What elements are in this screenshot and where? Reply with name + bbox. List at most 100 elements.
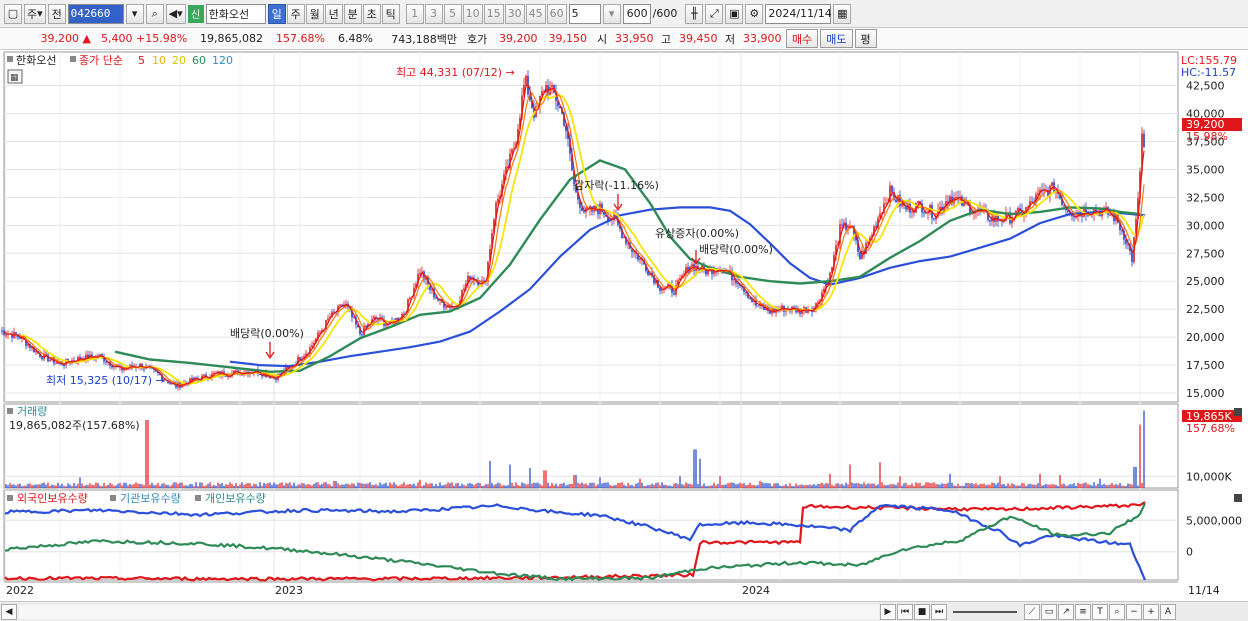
number-button-30[interactable]: 30 (504, 3, 525, 24)
search-icon[interactable]: ⌕ (145, 3, 164, 24)
interval-tab-5[interactable]: 초 (362, 3, 381, 24)
count-dropdown-icon[interactable]: ▾ (602, 3, 621, 24)
zoom-icon[interactable]: ⌕ (1109, 603, 1125, 620)
drawing-tool-icon[interactable]: ⤢ (705, 3, 724, 24)
quote-bar: 39,200 ▲ 5,400 +15.98% 19,865,082 157.68… (0, 28, 1248, 50)
plus-icon[interactable]: + (1143, 603, 1159, 620)
number-button-45[interactable]: 45 (525, 3, 546, 24)
candle-body (143, 368, 145, 370)
fast-forward-icon[interactable]: ⏭ (931, 603, 947, 620)
fib-tool-icon[interactable]: ≡ (1075, 603, 1091, 620)
volume-bar (1031, 484, 1033, 488)
volume-bar (93, 484, 95, 488)
number-button-15[interactable]: 15 (483, 3, 504, 24)
volume-bar (515, 482, 517, 488)
calendar-icon[interactable]: ▦ (833, 3, 852, 24)
text-tool-icon[interactable]: T (1092, 603, 1108, 620)
legend-ma5: 5 (138, 54, 145, 67)
volume-bar (763, 483, 765, 488)
interval-tab-2[interactable]: 월 (305, 3, 324, 24)
window-icon[interactable]: ▢ (4, 3, 22, 24)
volume-bar (295, 486, 297, 488)
code-dropdown-icon[interactable]: ▾ (125, 3, 144, 24)
scrollbar-track[interactable] (19, 604, 879, 619)
interval-tab-4[interactable]: 분 (343, 3, 362, 24)
volume-bar (445, 484, 447, 488)
volume-close-icon[interactable] (1234, 408, 1242, 416)
volume-bar (597, 484, 599, 488)
font-icon[interactable]: A (1160, 603, 1176, 620)
holdings-legend-icon (195, 495, 201, 501)
stock-chart[interactable]: 15,000 17,500 20,000 22,500 25,000 27,500 30,0… (0, 50, 1248, 601)
volume-bar (489, 461, 491, 488)
sell-button[interactable]: 매도 (820, 29, 853, 48)
rect-tool-icon[interactable]: ▭ (1041, 603, 1057, 620)
line-tool-icon[interactable]: ⟋ (1024, 603, 1040, 620)
volume-bar (443, 485, 445, 488)
speaker-icon[interactable]: ◀▾ (165, 3, 186, 24)
volume-bar (143, 485, 145, 488)
holdings-close-icon[interactable] (1234, 494, 1242, 502)
stock-name-field[interactable]: 한화오선 (205, 3, 266, 24)
volume-bar (297, 484, 299, 488)
volume-bar (299, 484, 301, 488)
volume-bar (267, 483, 269, 488)
volume-bar (931, 483, 933, 488)
volume-bar (391, 484, 393, 488)
date-input[interactable]: 2024/11/14 (765, 3, 832, 24)
interval-tab-0[interactable]: 일 (267, 3, 286, 24)
interval-tab-3[interactable]: 년 (324, 3, 343, 24)
hc-label: HC:-11.57 (1181, 66, 1236, 79)
volume-bar (89, 483, 91, 488)
volume-bar (819, 483, 821, 488)
rewind-icon[interactable]: ⏮ (897, 603, 913, 620)
volume-bar (433, 485, 435, 488)
save-icon[interactable]: ▣ (725, 3, 744, 24)
number-button-60[interactable]: 60 (546, 3, 567, 24)
open-price: 33,950 (615, 32, 654, 45)
period-select[interactable]: 주 ▾ (24, 3, 46, 24)
volume-bar (525, 484, 527, 488)
volume-bar (587, 485, 589, 488)
volume-value-text: 19,865,082주(157.68%) (9, 419, 140, 432)
average-button[interactable]: 평 (854, 29, 877, 48)
prev-button[interactable]: 전 (47, 3, 66, 24)
volume-bar (915, 482, 917, 488)
minus-icon[interactable]: − (1126, 603, 1142, 620)
buy-button[interactable]: 매수 (786, 29, 819, 48)
volume-bar (1005, 485, 1007, 488)
volume-bar (447, 482, 449, 488)
gear-icon[interactable]: ⚙ (745, 3, 764, 24)
interval-tab-1[interactable]: 주 (286, 3, 305, 24)
volume-bar (1053, 484, 1055, 488)
volume-bar (859, 483, 861, 488)
scroll-left-icon[interactable]: ◀ (1, 603, 17, 620)
zoom-slider[interactable] (953, 610, 1017, 613)
volume-bar (785, 484, 787, 488)
stop-icon[interactable]: ■ (914, 603, 930, 620)
volume-bar (439, 482, 441, 488)
volume-bar (573, 475, 575, 488)
volume-bar (843, 485, 845, 488)
number-button-10[interactable]: 10 (462, 3, 483, 24)
stock-code-input[interactable]: 042660 (67, 3, 124, 24)
volume-bar (511, 482, 513, 488)
x-tick: 2023 (275, 584, 303, 597)
bars-input[interactable]: 600 (622, 3, 651, 24)
number-button-5[interactable]: 5 (443, 3, 462, 24)
volume-bar (1093, 482, 1095, 488)
number-button-1[interactable]: 1 (405, 3, 424, 24)
chart-area[interactable]: 15,000 17,500 20,000 22,500 25,000 27,500 30,0… (0, 50, 1248, 601)
candle-tool-icon[interactable]: ╫ (685, 3, 704, 24)
volume-bar (1041, 485, 1043, 488)
low-annotation: 최저 15,325 (10/17) → (46, 374, 165, 387)
count-input[interactable]: 5 (568, 3, 601, 24)
play-icon[interactable]: ▶ (880, 603, 896, 620)
volume-bar (577, 482, 579, 488)
volume-bar (533, 482, 535, 488)
volume-bar (975, 483, 977, 488)
volume-bar (9, 483, 11, 488)
interval-tab-6[interactable]: 틱 (381, 3, 400, 24)
number-button-3[interactable]: 3 (424, 3, 443, 24)
trend-tool-icon[interactable]: ↗ (1058, 603, 1074, 620)
